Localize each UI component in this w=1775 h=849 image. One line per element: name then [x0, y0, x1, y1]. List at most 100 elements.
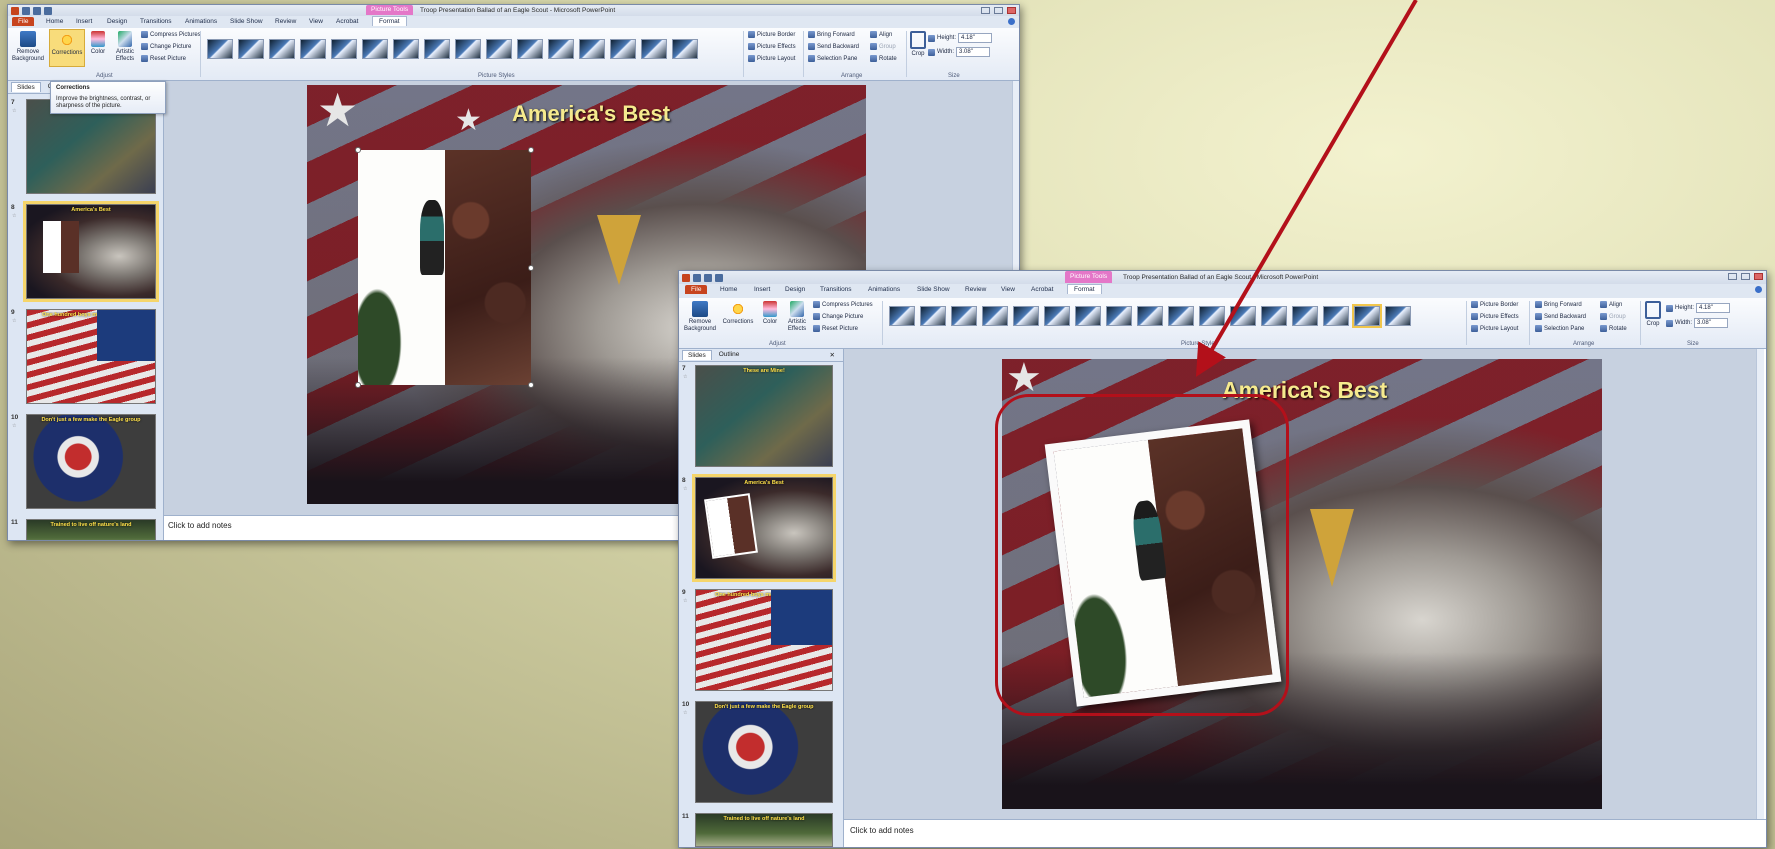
artistic-effects-button[interactable]: Artistic Effects [112, 31, 138, 63]
artistic-effects-button[interactable]: Artistic Effects [784, 301, 810, 333]
reset-picture-button[interactable]: Reset Picture [813, 325, 858, 332]
bring-forward-button[interactable]: Bring Forward [1535, 301, 1582, 308]
slide-thumbnail-row[interactable]: 10 ☆ Don't just a few make the Eagle gro… [11, 414, 161, 514]
style-thumb[interactable] [1137, 306, 1163, 326]
style-thumb[interactable] [1385, 306, 1411, 326]
tab-slide-show[interactable]: Slide Show [230, 18, 263, 25]
resize-handle[interactable] [528, 265, 534, 271]
quick-access-toolbar[interactable] [679, 273, 723, 282]
style-thumb[interactable] [1013, 306, 1039, 326]
style-thumb[interactable] [982, 306, 1008, 326]
save-icon[interactable] [693, 273, 701, 282]
tab-review[interactable]: Review [965, 286, 986, 293]
picture-border-button[interactable]: Picture Border [1471, 301, 1518, 308]
tab-outline[interactable]: Outline [714, 350, 745, 360]
slide-canvas[interactable]: ★ America's Best [844, 349, 1756, 819]
slide-thumbnail[interactable]: One hundred boys may join the troop [26, 309, 156, 404]
width-field[interactable]: Width: 3.08" [1666, 318, 1729, 328]
help-icon[interactable] [1755, 286, 1762, 293]
slide-thumbnail-row[interactable]: 11 Trained to live off nature's land [11, 519, 161, 540]
tab-transitions[interactable]: Transitions [140, 18, 172, 25]
vertical-scrollbar[interactable] [1756, 349, 1764, 819]
style-thumb[interactable] [1230, 306, 1256, 326]
align-button[interactable]: Align [1600, 301, 1622, 308]
color-button[interactable]: Color [759, 301, 781, 326]
window-controls[interactable] [1728, 273, 1763, 280]
align-button[interactable]: Align [870, 31, 892, 38]
crop-button[interactable]: Crop [1644, 301, 1662, 328]
slide-thumbnail-row[interactable]: 7 ☆ [11, 99, 161, 199]
slide-thumbnail[interactable]: Don't just a few make the Eagle group [26, 414, 156, 509]
style-thumb[interactable] [1106, 306, 1132, 326]
save-icon[interactable] [22, 6, 30, 15]
rotate-button[interactable]: Rotate [870, 55, 897, 62]
style-thumb[interactable] [486, 39, 512, 59]
picture-effects-button[interactable]: Picture Effects [748, 43, 796, 50]
maximize-icon[interactable] [1741, 273, 1750, 280]
help-icon[interactable] [1008, 18, 1015, 25]
tab-slides[interactable]: Slides [682, 350, 712, 360]
slide-thumbnail[interactable]: Trained to live off nature's land [695, 813, 833, 847]
selection-pane-button[interactable]: Selection Pane [808, 55, 857, 62]
style-thumb[interactable] [238, 39, 264, 59]
style-thumb[interactable] [889, 306, 915, 326]
slide-thumbnail-row[interactable]: 7 ☆ These are Mine! [682, 365, 842, 469]
crop-button[interactable]: Crop [910, 31, 926, 58]
slide-thumbnail-row[interactable]: 11 Trained to live off nature's land [682, 813, 842, 847]
style-thumb[interactable] [269, 39, 295, 59]
style-thumb[interactable] [1292, 306, 1318, 326]
rotate-button[interactable]: Rotate [1600, 325, 1627, 332]
resize-handle[interactable] [355, 382, 361, 388]
slide-thumbnail[interactable]: Trained to live off nature's land [26, 519, 156, 540]
slide-thumbnail-row[interactable]: 8 ☆ America's Best [11, 201, 161, 304]
quick-access-toolbar[interactable] [8, 6, 52, 15]
window-controls[interactable] [981, 7, 1016, 14]
selection-pane-button[interactable]: Selection Pane [1535, 325, 1584, 332]
compress-pictures-button[interactable]: Compress Pictures [141, 31, 201, 38]
style-thumb[interactable] [1075, 306, 1101, 326]
selected-picture[interactable] [358, 150, 531, 385]
slide-title[interactable]: America's Best [512, 101, 670, 127]
tab-design[interactable]: Design [107, 18, 127, 25]
tab-design[interactable]: Design [785, 286, 805, 293]
slide-thumbnail-row[interactable]: 10 ☆ Don't just a few make the Eagle gro… [682, 701, 842, 805]
slide-thumbnail[interactable]: Don't just a few make the Eagle group [695, 701, 833, 803]
send-backward-button[interactable]: Send Backward [808, 43, 859, 50]
style-thumb[interactable] [951, 306, 977, 326]
picture-layout-button[interactable]: Picture Layout [748, 55, 795, 62]
resize-handle[interactable] [528, 147, 534, 153]
redo-icon[interactable] [715, 273, 723, 282]
change-picture-button[interactable]: Change Picture [813, 313, 863, 320]
picture-styles-gallery[interactable] [889, 304, 1411, 328]
style-thumb[interactable] [610, 39, 636, 59]
tab-format[interactable]: Format [372, 16, 407, 26]
tab-home[interactable]: Home [720, 286, 737, 293]
minimize-icon[interactable] [981, 7, 990, 14]
tab-acrobat[interactable]: Acrobat [1031, 286, 1053, 293]
compress-pictures-button[interactable]: Compress Pictures [813, 301, 873, 308]
style-thumb[interactable] [1323, 306, 1349, 326]
style-thumb[interactable] [1044, 306, 1070, 326]
slide-thumbnail[interactable]: These are Mine! [695, 365, 833, 467]
height-field[interactable]: Height: 4.18" [1666, 303, 1731, 313]
tab-file[interactable]: File [685, 285, 708, 294]
picture-styles-gallery[interactable] [207, 39, 698, 59]
remove-background-button[interactable]: Remove Background [11, 31, 45, 63]
corrections-button[interactable]: Corrections [722, 301, 754, 326]
style-thumb[interactable] [920, 306, 946, 326]
close-pane-icon[interactable]: ✕ [825, 350, 840, 360]
tab-slide-show[interactable]: Slide Show [917, 286, 950, 293]
style-thumb[interactable] [548, 39, 574, 59]
reset-picture-button[interactable]: Reset Picture [141, 55, 186, 62]
style-thumb[interactable] [517, 39, 543, 59]
style-thumb[interactable] [424, 39, 450, 59]
slide-thumbnail-row[interactable]: 9 ☆ One hundred boys may join the troop [682, 589, 842, 693]
style-thumb[interactable] [300, 39, 326, 59]
picture-border-button[interactable]: Picture Border [748, 31, 795, 38]
style-thumb[interactable] [362, 39, 388, 59]
picture-layout-button[interactable]: Picture Layout [1471, 325, 1518, 332]
slide-thumbnail[interactable]: America's Best [692, 474, 836, 582]
tab-view[interactable]: View [1001, 286, 1015, 293]
style-thumb[interactable] [331, 39, 357, 59]
style-thumb[interactable] [672, 39, 698, 59]
